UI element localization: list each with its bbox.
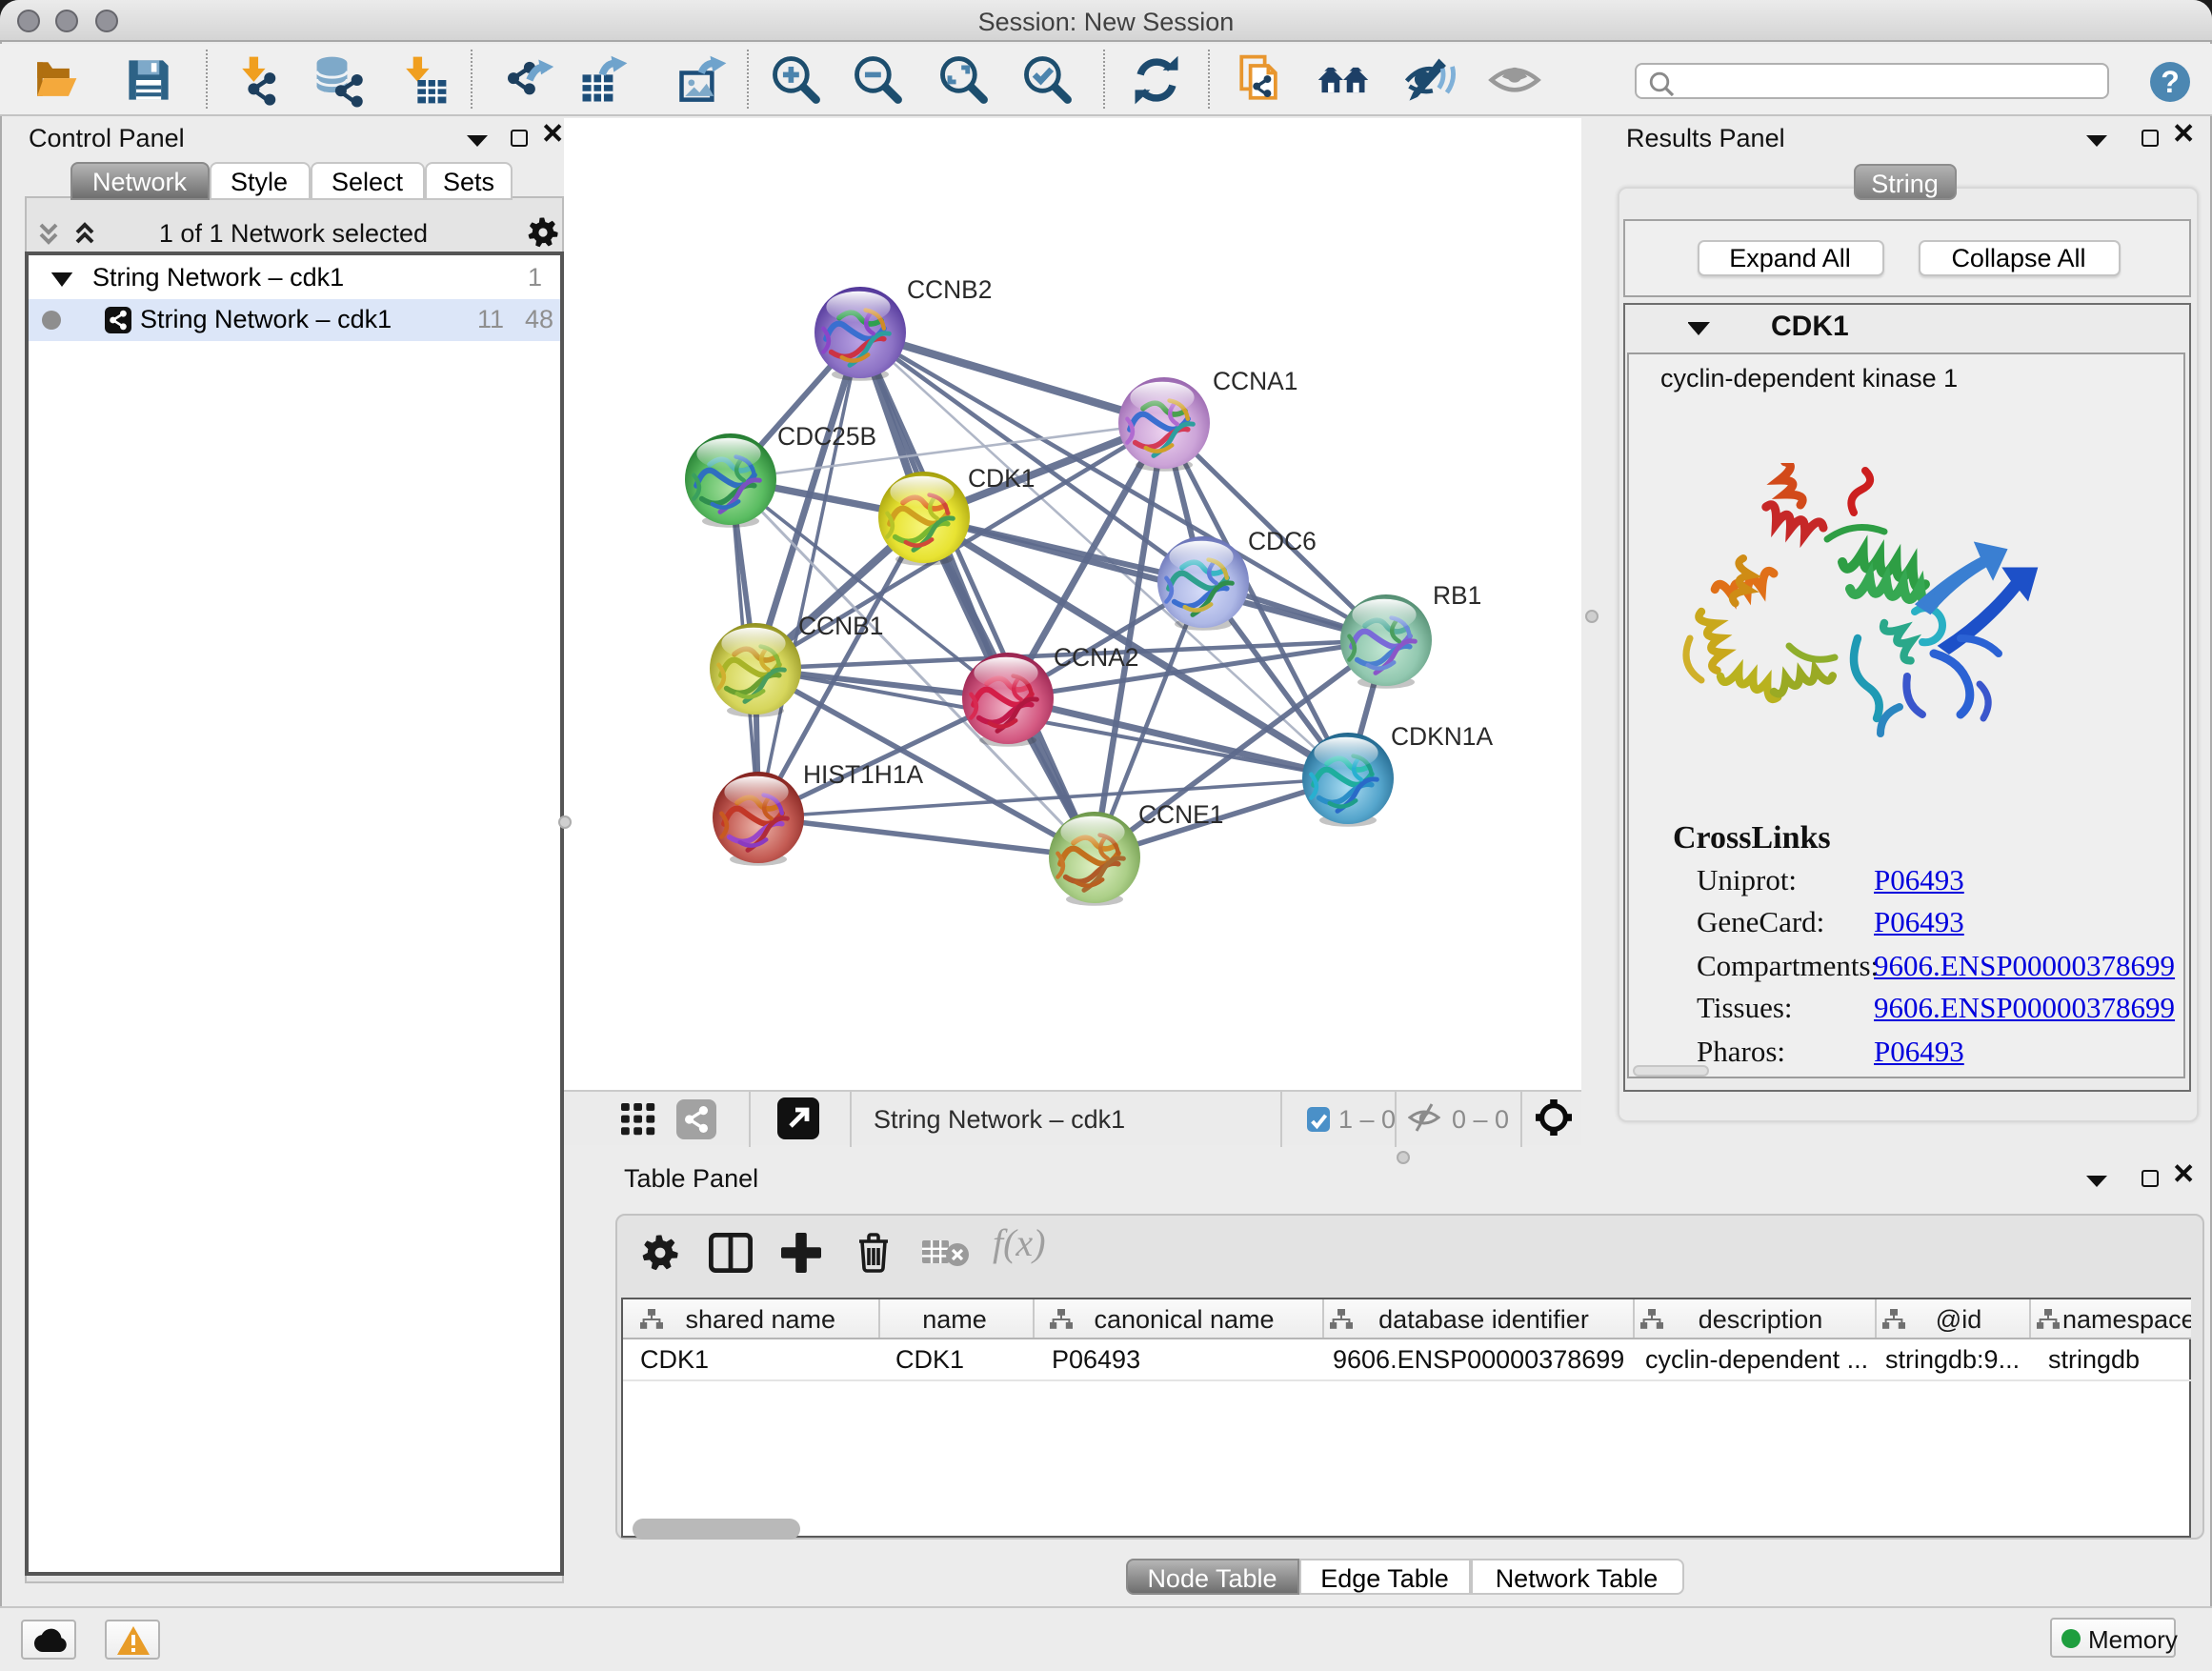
svg-text:CCNA1: CCNA1 <box>1213 366 1297 394</box>
svg-text:CCNE1: CCNE1 <box>1138 799 1223 828</box>
svg-text:CDKN1A: CDKN1A <box>1391 721 1493 750</box>
svg-text:CDC6: CDC6 <box>1248 526 1317 554</box>
svg-text:CCNB1: CCNB1 <box>798 611 883 639</box>
svg-text:?: ? <box>2161 65 2180 99</box>
svg-text:CCNB2: CCNB2 <box>907 274 992 303</box>
svg-text:CDC25B: CDC25B <box>777 421 876 450</box>
svg-text:CCNA2: CCNA2 <box>1054 642 1138 671</box>
svg-text:HIST1H1A: HIST1H1A <box>803 759 924 788</box>
svg-text:RB1: RB1 <box>1433 580 1481 609</box>
svg-text:CDK1: CDK1 <box>968 463 1035 492</box>
